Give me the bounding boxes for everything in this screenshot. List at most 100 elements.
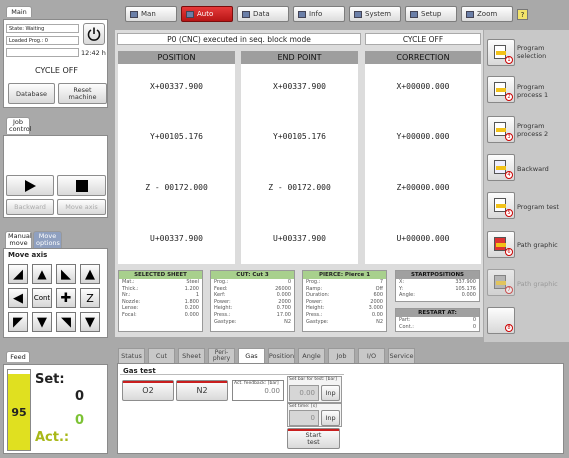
tab-angle[interactable]: Angle	[298, 348, 325, 363]
toolbar-auto-button[interactable]: Auto	[181, 6, 233, 22]
cont-button[interactable]: Cont	[32, 288, 52, 308]
path-graphic-button[interactable]: 6	[487, 231, 515, 258]
tab-position[interactable]: Position	[268, 348, 295, 363]
toolbar-data-button[interactable]: Data	[237, 6, 289, 22]
toolbar-system-button[interactable]: System	[349, 6, 401, 22]
arrow-up-plus-icon: ▲	[37, 267, 47, 281]
stop-button[interactable]	[57, 175, 106, 196]
o2-button[interactable]: O2	[122, 380, 174, 401]
restart-title: RESTART AT:	[396, 309, 479, 317]
position-column: X+00337.900 Y+00105.176 Z - 00172.000 U+…	[118, 64, 235, 264]
program-process-2-label: Program process 2	[517, 122, 549, 138]
feed-set-value: 0	[75, 389, 85, 404]
startpositions-box: STARTPOSITIONS X: 337.900 Y: 105.176 Angle…	[395, 270, 480, 302]
arrow-up-right-icon: ◣	[61, 266, 71, 282]
set-time-inp-button[interactable]: Inp	[321, 410, 340, 426]
set-time-input[interactable]: 0	[289, 410, 319, 426]
side-button-8[interactable]: 8	[487, 307, 515, 334]
end-point-column: X+00337.900 Y+00105.176 Z - 00172.000 U+…	[241, 64, 358, 264]
position-z: Z - 00172.000	[145, 183, 208, 192]
play-icon	[25, 179, 36, 192]
feed-set-label: Set:	[35, 372, 65, 387]
arrow-down-right-icon: ◥	[61, 314, 71, 330]
program-selection-label: Program selection	[517, 44, 547, 60]
tab-sheet[interactable]: Sheet	[178, 348, 205, 363]
pierce-box: PIERCE: Pierce 1 Prog.: 7 Ramp: Off Durati…	[302, 270, 387, 332]
tab-manual-move[interactable]: Manual move	[5, 231, 32, 248]
feed-bar: 95	[7, 369, 31, 451]
status-message: P0 (CNC) executed in seq. block mode	[117, 33, 361, 45]
power-icon	[87, 27, 101, 41]
backward-side-label: Backward	[517, 165, 549, 173]
toolbar-zoom-button[interactable]: Zoom	[461, 6, 513, 22]
position-u: U+00337.900	[150, 234, 203, 243]
end-point-u: U+00337.900	[273, 234, 326, 243]
tab-move-options[interactable]: Move options	[33, 231, 62, 248]
start-test-button[interactable]: Start test	[287, 428, 340, 449]
program-test-label: Program test	[517, 203, 559, 211]
z-axis-button[interactable]: Z	[80, 288, 100, 308]
program-process-2-button[interactable]: 3	[487, 116, 515, 143]
clock-time: 12:42 h	[81, 49, 106, 57]
tab-cut[interactable]: Cut	[148, 348, 175, 363]
help-icon[interactable]: ?	[517, 9, 528, 20]
path-graphic-label: Path graphic	[517, 241, 558, 249]
tab-gas[interactable]: Gas	[238, 348, 265, 363]
tab-io[interactable]: I/O	[358, 348, 385, 363]
arrow-left-button[interactable]: ◀	[8, 288, 28, 308]
arrow-down-left-button[interactable]: ◤	[8, 312, 28, 332]
set-time-group: Set time: [s] 0 Inp	[287, 403, 342, 427]
document-icon	[494, 198, 506, 212]
plus-icon: ✚	[60, 290, 72, 306]
correction-z: Z+00000.000	[396, 183, 450, 192]
tab-feed[interactable]: Feed	[6, 351, 30, 362]
document-icon	[494, 82, 506, 96]
set-bar-inp-button[interactable]: Inp	[321, 385, 340, 401]
move-axis-panel: Move axis ◢ ▲ ◣ ▲ ◀ Cont ✚ Z ◤ ▼ ◥ ▼	[3, 248, 108, 338]
database-button[interactable]: Database	[8, 83, 55, 104]
n2-button[interactable]: N2	[176, 380, 228, 401]
set-bar-input[interactable]: 0.00	[289, 385, 319, 401]
document-icon	[494, 122, 506, 136]
correction-y: Y+00000.000	[396, 132, 450, 141]
correction-u: U+00000.000	[396, 234, 450, 243]
tab-main[interactable]: Main	[6, 6, 32, 17]
arrow-down-minus-button[interactable]: ▼	[32, 312, 52, 332]
arrow-up-icon: ▲	[85, 266, 95, 282]
selected-sheet-title: SELECTED SHEET	[119, 271, 202, 279]
tab-periphery[interactable]: Peri-phery	[208, 348, 235, 363]
toolbar-setup-button[interactable]: Setup	[405, 6, 457, 22]
empty-field	[6, 48, 79, 57]
arrow-up-left-button[interactable]: ◢	[8, 264, 28, 284]
program-process-1-label: Program process 1	[517, 83, 549, 99]
power-button[interactable]	[83, 23, 105, 45]
arrow-down-button[interactable]: ▼	[80, 312, 100, 332]
end-point-x: X+00337.900	[273, 82, 326, 91]
tab-job[interactable]: Job	[328, 348, 355, 363]
man-icon	[130, 10, 138, 18]
tab-status[interactable]: Status	[118, 348, 145, 363]
correction-column: X+00000.000 Y+00000.000 Z+00000.000 U+00…	[365, 64, 481, 264]
arrow-up-right-button[interactable]: ◣	[56, 264, 76, 284]
program-test-button[interactable]: 5	[487, 192, 515, 219]
backward-side-button[interactable]: 4	[487, 154, 515, 181]
move-axis-button[interactable]: Move axis	[57, 199, 106, 215]
arrow-down-right-button[interactable]: ◥	[56, 312, 76, 332]
arrow-down-minus-icon: ▼	[37, 314, 47, 330]
tab-job-control[interactable]: Job control	[6, 117, 32, 134]
arrow-up-plus-button[interactable]: ▲	[32, 264, 52, 284]
move-axis-title: Move axis	[8, 251, 48, 259]
program-selection-button[interactable]: 1	[487, 39, 515, 66]
toolbar-man-button[interactable]: Man	[125, 6, 177, 22]
backward-button[interactable]: Backward	[6, 199, 54, 215]
toolbar-info-button[interactable]: Info	[293, 6, 345, 22]
arrow-up-button[interactable]: ▲	[80, 264, 100, 284]
feed-act-value: 0	[75, 413, 85, 428]
path-graphic-disabled-button[interactable]: 7	[487, 269, 515, 296]
info-icon	[298, 10, 306, 18]
arrow-right-plus-button[interactable]: ✚	[56, 288, 76, 308]
program-process-1-button[interactable]: 2	[487, 76, 515, 103]
reset-machine-button[interactable]: Reset machine	[58, 83, 107, 104]
tab-service[interactable]: Service	[388, 348, 415, 363]
play-button[interactable]	[6, 175, 54, 196]
